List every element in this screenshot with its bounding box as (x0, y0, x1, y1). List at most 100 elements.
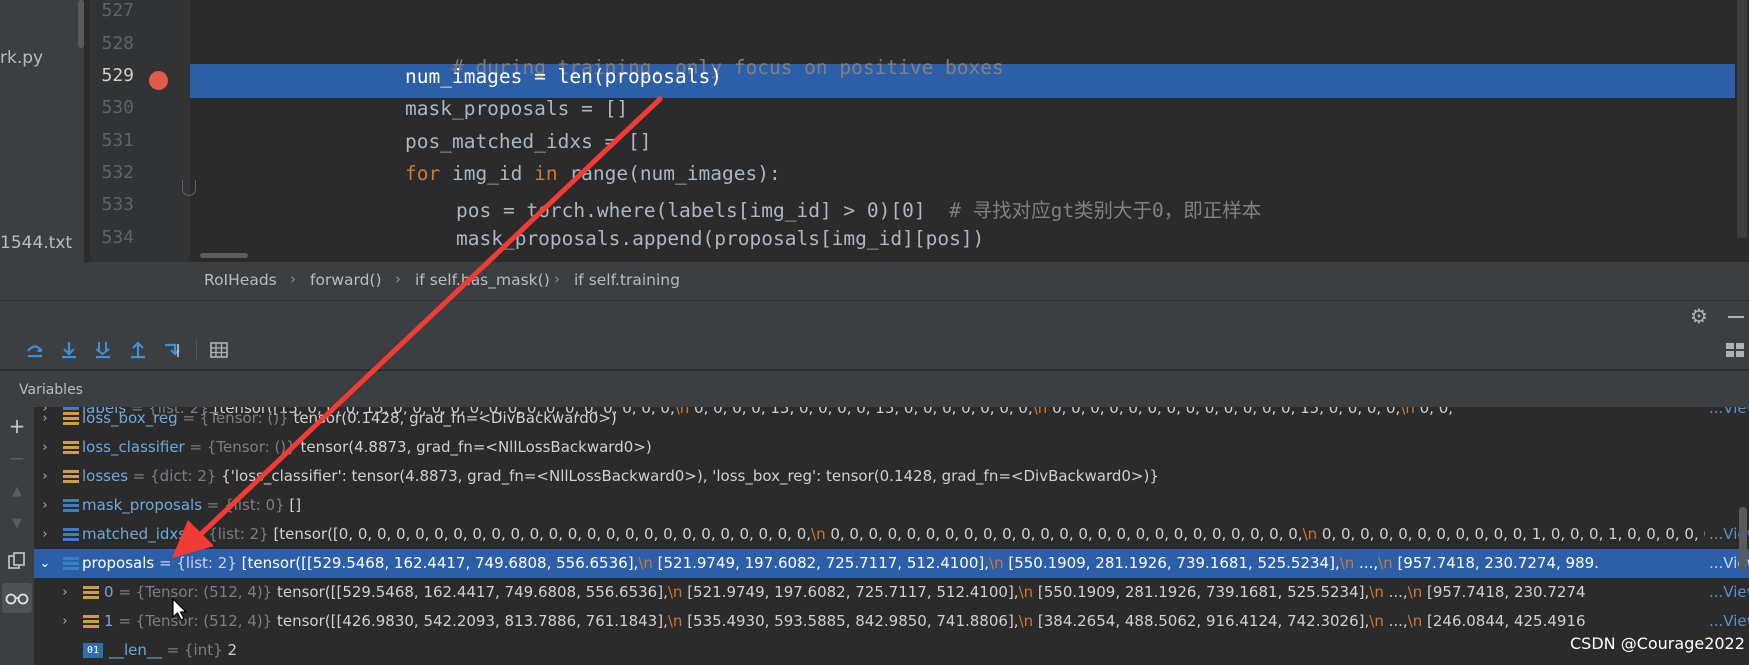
variables-tree[interactable]: › labels = {list: 2} [tensor([15, 0, 0, … (34, 407, 1749, 665)
code-keyword: in (534, 162, 558, 185)
line-number: 527 (101, 0, 134, 21)
expand-arrow-icon[interactable]: › (38, 407, 52, 433)
line-number: 531 (101, 130, 134, 151)
minimize-icon[interactable] (1728, 316, 1744, 318)
project-file-py[interactable]: rk.py (0, 48, 43, 68)
variable-type: {int} (184, 641, 228, 659)
step-out-icon[interactable] (128, 340, 148, 360)
code-line-533[interactable]: pos = torch.where(labels[img_id] > 0)[0]… (456, 194, 1261, 223)
variable-name: proposals (82, 554, 155, 572)
variable-name: 0 (104, 583, 114, 601)
line-number: 534 (101, 227, 134, 248)
variable-eq: = (202, 496, 225, 514)
breadcrumb-method[interactable]: forward() (310, 271, 382, 289)
expand-arrow-icon[interactable]: › (38, 520, 52, 549)
variable-row-len[interactable]: 01 __len__ = {int} 2 (34, 636, 1749, 665)
expand-arrow-icon[interactable]: › (38, 433, 52, 462)
code-line-531[interactable]: pos_matched_idxs = [] (405, 130, 652, 153)
mouse-cursor-icon (172, 598, 188, 621)
editor-gutter[interactable]: 527 528 529 530 531 532 533 534 (90, 0, 190, 262)
debug-panel-header: ⚙ (0, 300, 1749, 330)
variable-row-loss-classifier[interactable]: › loss_classifier = {Tensor: ()} tensor(… (34, 433, 1749, 462)
variables-scrollbar[interactable] (1739, 507, 1747, 571)
debug-toolbar (0, 330, 1749, 370)
variable-value: tensor(0.1428, grad_fn=<DivBackward0>) (293, 409, 617, 427)
variable-value: {'loss_classifier': tensor(4.8873, grad_… (221, 467, 1159, 485)
copy-icon[interactable] (8, 552, 26, 570)
variable-value: tensor([[426.9830, 542.2093, 813.7886, 7… (277, 612, 1586, 630)
variable-row-proposals[interactable]: ⌄ proposals = {list: 2} [tensor([[529.54… (34, 549, 1749, 578)
newline-escape: \n (1302, 525, 1318, 543)
breadcrumb-if-training[interactable]: if self.training (574, 271, 680, 289)
code-keyword: for (405, 162, 441, 185)
newline-escape: \n (811, 525, 826, 543)
code-line-530[interactable]: mask_proposals = [] (405, 97, 628, 120)
expand-arrow-icon[interactable]: › (38, 491, 52, 520)
toolbar-divider (196, 339, 197, 361)
project-tree-scrollbar[interactable] (78, 0, 84, 48)
step-over-icon[interactable] (25, 340, 45, 360)
newline-escape: \n (989, 554, 1004, 572)
expand-arrow-icon[interactable]: › (58, 607, 72, 636)
newline-escape: \n (1339, 554, 1355, 572)
code-line-532[interactable]: for img_id in range(num_images): (405, 162, 781, 185)
run-to-cursor-icon[interactable] (163, 340, 183, 360)
newline-escape: \n (1407, 583, 1423, 601)
variable-row-loss-box-reg[interactable]: › loss_box_reg = {Tensor: ()} tensor(0.1… (34, 407, 1749, 433)
breadcrumb-if-has-mask[interactable]: if self.has_mask() (415, 271, 550, 289)
variable-row-matched-idxs[interactable]: › matched_idxs = {list: 2} [tensor([0, 0… (34, 520, 1749, 549)
view-link[interactable]: ...View (1705, 607, 1749, 636)
collapse-arrow-icon[interactable]: ⌄ (38, 549, 52, 578)
variable-name: mask_proposals (82, 496, 203, 514)
watches-toggle-button[interactable] (2, 583, 32, 613)
variable-value: [tensor([[529.5468, 162.4417, 749.6808, … (241, 554, 1599, 572)
move-up-icon[interactable]: ▲ (6, 481, 28, 503)
move-down-icon[interactable]: ▼ (6, 513, 28, 535)
code-line-534[interactable]: mask_proposals.append(proposals[img_id][… (456, 227, 984, 250)
variables-header: Variables (0, 371, 1749, 407)
newline-escape: \n (1369, 583, 1384, 601)
variable-eq: = (113, 612, 136, 630)
line-number-current: 529 (101, 65, 134, 86)
variable-value: 2 (227, 641, 237, 659)
remove-watch-icon[interactable]: − (6, 447, 28, 469)
dict-icon (63, 470, 79, 484)
code-line-529[interactable]: num_images = len(proposals) (405, 65, 722, 88)
expand-arrow-icon[interactable]: › (58, 578, 72, 607)
view-link[interactable]: ...View (1705, 578, 1749, 607)
variable-name: matched_idxs (82, 525, 187, 543)
variable-name: 1 (104, 612, 114, 630)
variables-title: Variables (19, 382, 83, 398)
code-editor[interactable]: rk.py 1544.txt 527 528 529 530 531 532 5… (0, 0, 1749, 262)
variable-type: {Tensor: (512, 4)} (135, 583, 277, 601)
project-tree[interactable]: rk.py 1544.txt (0, 0, 84, 262)
editor-vertical-scrollbar[interactable] (1737, 0, 1747, 238)
breadcrumb-class[interactable]: RoIHeads (204, 271, 277, 289)
editor-horizontal-scrollbar[interactable] (200, 253, 248, 258)
newline-escape: \n (1018, 583, 1034, 601)
expand-arrow-icon[interactable]: › (38, 462, 52, 491)
variable-type: {Tensor: (512, 4)} (135, 612, 277, 630)
variable-row-mask-proposals[interactable]: › mask_proposals = {list: 0} [] (34, 491, 1749, 520)
evaluate-expression-icon[interactable] (209, 340, 229, 360)
add-watch-icon[interactable]: + (6, 415, 28, 437)
project-file-txt[interactable]: 1544.txt (0, 233, 72, 253)
variable-row-losses[interactable]: › losses = {dict: 2} {'loss_classifier':… (34, 462, 1749, 491)
step-into-my-code-icon[interactable] (93, 340, 113, 360)
variable-value: tensor(4.8873, grad_fn=<NllLossBackward0… (300, 438, 652, 456)
gear-icon[interactable]: ⚙ (1690, 304, 1708, 328)
variable-type: {list: 2} (208, 525, 274, 543)
newline-escape: \n (1407, 612, 1423, 630)
newline-escape: \n (667, 612, 683, 630)
variable-row-proposals-0[interactable]: › 0 = {Tensor: (512, 4)} tensor([[529.54… (34, 578, 1749, 607)
variable-eq: = (184, 438, 207, 456)
code-token: img_id (440, 162, 535, 185)
breakpoint-icon[interactable] (149, 71, 168, 90)
layout-settings-icon[interactable] (1725, 342, 1745, 358)
step-into-icon[interactable] (59, 340, 79, 360)
fold-marker-icon[interactable] (182, 180, 196, 196)
tensor-icon (63, 441, 79, 455)
variable-row-proposals-1[interactable]: › 1 = {Tensor: (512, 4)} tensor([[426.98… (34, 607, 1749, 636)
line-number: 530 (101, 97, 134, 118)
line-number: 528 (101, 33, 134, 54)
